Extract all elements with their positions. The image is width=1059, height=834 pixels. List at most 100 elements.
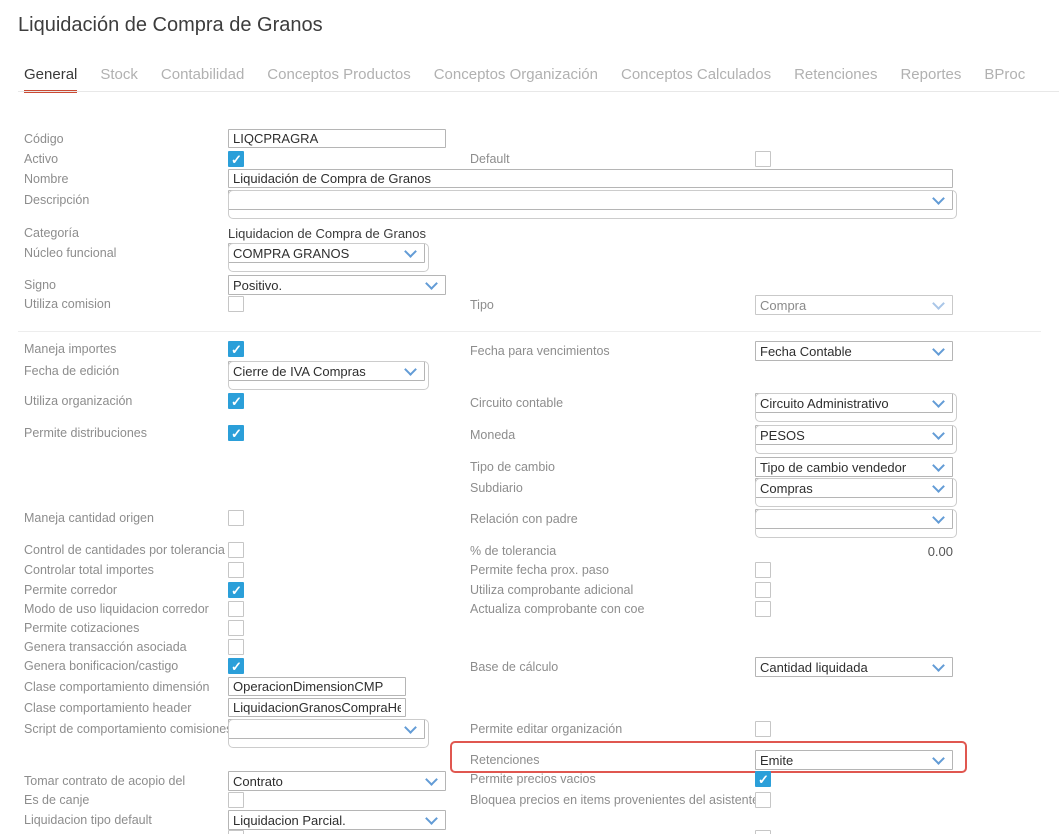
liquidacion-default-select[interactable]: Liquidacion Parcial. — [228, 810, 446, 830]
tolerancia-value: 0.00 — [755, 544, 953, 559]
tab-contabilidad[interactable]: Contabilidad — [161, 66, 244, 93]
tab-conceptos-organizacion[interactable]: Conceptos Organización — [434, 66, 598, 93]
default-checkbox[interactable] — [755, 151, 771, 167]
permite-distribuciones-label: Permite distribuciones — [24, 426, 147, 440]
base-calculo-value: Cantidad liquidada — [756, 660, 930, 675]
controlar-total-checkbox[interactable] — [228, 562, 244, 578]
genera-bonificacion-label: Genera bonificacion/castigo — [24, 659, 178, 673]
modo-uso-corredor-label: Modo de uso liquidacion corredor — [24, 602, 209, 616]
relacion-padre-select[interactable] — [755, 509, 953, 529]
moneda-select[interactable]: PESOS — [755, 425, 953, 445]
chevron-down-icon — [932, 511, 945, 524]
utiliza-organizacion-checkbox[interactable] — [228, 393, 244, 409]
script-comisiones-select[interactable] — [228, 719, 425, 739]
base-calculo-select[interactable]: Cantidad liquidada — [755, 657, 953, 677]
bloquea-precios-checkbox[interactable] — [755, 792, 771, 808]
settlement-config-page: Liquidación de Compra de Granos General … — [0, 0, 1059, 834]
actualiza-comprobante-checkbox[interactable] — [755, 601, 771, 617]
utiliza-comprobante-label: Utiliza comprobante adicional — [470, 583, 633, 597]
page-title: Liquidación de Compra de Granos — [18, 14, 323, 37]
signo-select[interactable]: Positivo. — [228, 275, 446, 295]
chevron-down-icon — [404, 721, 417, 734]
categoria-value: Liquidacion de Compra de Granos — [228, 226, 426, 241]
utiliza-comision-label: Utiliza comision — [24, 297, 111, 311]
genera-bonificacion-checkbox[interactable] — [228, 658, 244, 674]
chevron-down-icon — [932, 752, 945, 765]
tab-bproc[interactable]: BProc — [984, 66, 1025, 93]
fecha-edicion-select[interactable]: Cierre de IVA Compras — [228, 361, 425, 381]
permite-cotizaciones-label: Permite cotizaciones — [24, 621, 139, 635]
retenciones-value: Emite — [756, 753, 930, 768]
clase-header-label: Clase comportamiento header — [24, 701, 191, 715]
permite-fecha-prox-checkbox[interactable] — [755, 562, 771, 578]
chevron-down-icon — [932, 480, 945, 493]
tomar-contrato-select[interactable]: Contrato — [228, 771, 446, 791]
retenciones-select[interactable]: Emite — [755, 750, 953, 770]
tab-retenciones[interactable]: Retenciones — [794, 66, 877, 93]
chevron-down-icon — [932, 297, 945, 310]
utiliza-organizacion-label: Utiliza organización — [24, 394, 132, 408]
tab-conceptos-productos[interactable]: Conceptos Productos — [267, 66, 410, 93]
permite-precios-vacios-checkbox[interactable] — [755, 771, 771, 787]
nucleo-funcional-select[interactable]: COMPRA GRANOS — [228, 243, 425, 263]
tab-general[interactable]: General — [24, 66, 77, 93]
activo-checkbox[interactable] — [228, 151, 244, 167]
relacion-padre-label: Relación con padre — [470, 512, 578, 526]
chevron-down-icon — [425, 773, 438, 786]
descripcion-label: Descripción — [24, 193, 89, 207]
circuito-contable-label: Circuito contable — [470, 396, 563, 410]
circuito-contable-select[interactable]: Circuito Administrativo — [755, 393, 953, 413]
tab-reportes[interactable]: Reportes — [900, 66, 961, 93]
script-comisiones-label: Script de comportamiento comisiones — [24, 722, 232, 736]
partial-bottom-right-checkbox[interactable] — [755, 830, 771, 834]
clase-dimension-input[interactable] — [228, 677, 406, 696]
clase-dimension-label: Clase comportamiento dimensión — [24, 680, 210, 694]
modo-uso-corredor-checkbox[interactable] — [228, 601, 244, 617]
chevron-down-icon — [404, 245, 417, 258]
maneja-cantidad-origen-checkbox[interactable] — [228, 510, 244, 526]
partial-bottom-left-checkbox[interactable] — [228, 830, 244, 834]
tipo-cambio-select[interactable]: Tipo de cambio vendedor — [755, 457, 953, 477]
fecha-edicion-label: Fecha de edición — [24, 364, 119, 378]
signo-label: Signo — [24, 278, 56, 292]
utiliza-comision-checkbox[interactable] — [228, 296, 244, 312]
tab-conceptos-calculados[interactable]: Conceptos Calculados — [621, 66, 771, 93]
codigo-input[interactable] — [228, 129, 446, 148]
tolerancia-label: % de tolerancia — [470, 544, 556, 558]
permite-editar-org-checkbox[interactable] — [755, 721, 771, 737]
default-label: Default — [470, 152, 510, 166]
chevron-down-icon — [932, 659, 945, 672]
tomar-contrato-value: Contrato — [229, 774, 423, 789]
chevron-down-icon — [932, 343, 945, 356]
control-cantidades-checkbox[interactable] — [228, 542, 244, 558]
control-cantidades-label: Control de cantidades por tolerancia — [24, 543, 225, 557]
permite-precios-vacios-label: Permite precios vacios — [470, 772, 596, 786]
permite-cotizaciones-checkbox[interactable] — [228, 620, 244, 636]
maneja-importes-checkbox[interactable] — [228, 341, 244, 357]
tomar-contrato-label: Tomar contrato de acopio del — [24, 774, 185, 788]
clase-header-input[interactable] — [228, 698, 406, 717]
es-canje-checkbox[interactable] — [228, 792, 244, 808]
tab-bar: General Stock Contabilidad Conceptos Pro… — [24, 66, 1025, 93]
bloquea-precios-label: Bloquea precios en items provenientes de… — [470, 793, 759, 807]
liquidacion-default-value: Liquidacion Parcial. — [229, 813, 423, 828]
tipo-cambio-label: Tipo de cambio — [470, 460, 555, 474]
circuito-contable-value: Circuito Administrativo — [756, 396, 930, 411]
permite-distribuciones-checkbox[interactable] — [228, 425, 244, 441]
genera-transaccion-checkbox[interactable] — [228, 639, 244, 655]
fecha-edicion-value: Cierre de IVA Compras — [229, 364, 402, 379]
utiliza-comprobante-checkbox[interactable] — [755, 582, 771, 598]
es-canje-label: Es de canje — [24, 793, 89, 807]
signo-value: Positivo. — [229, 278, 423, 293]
permite-corredor-checkbox[interactable] — [228, 582, 244, 598]
subdiario-select[interactable]: Compras — [755, 478, 953, 498]
nombre-input[interactable] — [228, 169, 953, 188]
fecha-vencimientos-select[interactable]: Fecha Contable — [755, 341, 953, 361]
chevron-down-icon — [932, 427, 945, 440]
subdiario-value: Compras — [756, 481, 930, 496]
descripcion-select[interactable] — [228, 190, 953, 210]
categoria-label: Categoría — [24, 226, 79, 240]
moneda-value: PESOS — [756, 428, 930, 443]
tab-stock[interactable]: Stock — [100, 66, 138, 93]
tipo-select[interactable]: Compra — [755, 295, 953, 315]
